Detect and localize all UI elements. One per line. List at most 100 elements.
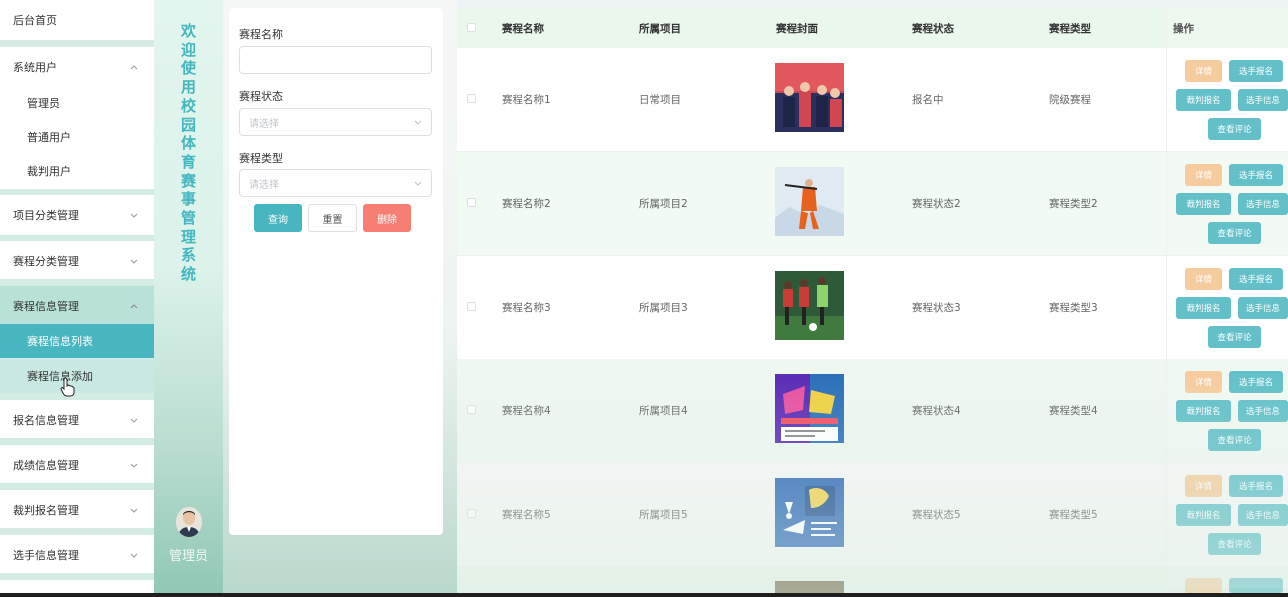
sidebar-item-event-list[interactable]: 赛程信息列表 <box>0 324 154 358</box>
system-title-char: 欢 <box>180 22 196 40</box>
label-event-name: 赛程名称 <box>239 28 283 41</box>
menu-event-info-block: 赛程信息管理 赛程信息列表 赛程信息添加 <box>0 286 154 394</box>
type-cell: 赛程类型2 <box>1049 198 1098 210</box>
menu-referee-signup-block: 裁判报名管理 <box>0 490 154 528</box>
chevron-down-icon <box>130 553 138 558</box>
type-cell: 赛程类型4 <box>1049 405 1098 417</box>
menu-player-block: 选手信息管理 <box>0 535 154 573</box>
table-row[interactable] <box>457 567 1288 593</box>
delete-button[interactable]: 删除 <box>363 204 411 232</box>
type-cell: 赛程类型5 <box>1049 509 1098 521</box>
table-row[interactable] <box>457 152 1288 256</box>
header-type: 赛程类型 <box>1049 23 1091 35</box>
menu-score-info-label: 成绩信息管理 <box>13 459 79 472</box>
row-checkbox[interactable] <box>467 198 476 207</box>
admin-name: 管理员 <box>168 549 208 564</box>
row-checkbox[interactable] <box>467 509 476 518</box>
project-cell: 所属项目5 <box>639 509 688 521</box>
chevron-down-icon <box>130 508 138 513</box>
system-title-char: 系 <box>180 246 196 265</box>
project-cell: 所属项目2 <box>639 198 688 210</box>
cover-image <box>775 167 844 236</box>
project-cell: 所属项目3 <box>639 302 688 314</box>
sidebar-item-referee-user[interactable]: 裁判用户 <box>0 154 154 188</box>
event-status-placeholder: 请选择 <box>249 118 279 130</box>
menu-home-block: 后台首页 <box>0 0 154 40</box>
cover-image <box>775 271 844 340</box>
system-title-char: 育 <box>180 152 196 171</box>
table-row[interactable] <box>457 463 1288 567</box>
status-cell: 赛程状态2 <box>912 198 961 210</box>
menu-score-block: 成绩信息管理 <box>0 445 154 483</box>
menu-referee-signup-label: 裁判报名管理 <box>13 504 79 517</box>
system-title-char: 园 <box>180 115 196 134</box>
event-name-cell: 赛程名称1 <box>502 94 551 106</box>
menu-event-info[interactable]: 赛程信息管理 <box>0 286 154 326</box>
query-button[interactable]: 查询 <box>254 204 302 232</box>
system-title-char: 校 <box>180 96 196 115</box>
chevron-down-icon <box>130 213 138 218</box>
system-title-char: 使 <box>180 59 196 78</box>
table-row[interactable] <box>457 359 1288 463</box>
table-row[interactable] <box>457 256 1288 360</box>
chevron-down-icon <box>414 181 422 186</box>
system-title: 欢迎使用校园体育赛事管理系统 <box>154 22 223 284</box>
menu-signup-info[interactable]: 报名信息管理 <box>0 400 154 440</box>
row-checkbox[interactable] <box>467 302 476 311</box>
system-title-char: 理 <box>180 227 196 246</box>
system-title-char: 用 <box>180 78 196 97</box>
event-status-select[interactable]: 请选择 <box>239 108 432 136</box>
sidebar-item-event-add[interactable]: 赛程信息添加 <box>0 359 154 393</box>
cover-image <box>775 63 844 132</box>
menu-score-info[interactable]: 成绩信息管理 <box>0 445 154 485</box>
sidebar: 后台首页 系统用户 管理员 普通用户 裁判用户 项目分类管理 赛程分类管理 赛程… <box>0 0 154 597</box>
menu-event-category[interactable]: 赛程分类管理 <box>0 241 154 281</box>
header-event-name: 赛程名称 <box>502 23 544 35</box>
cover-image <box>775 478 844 547</box>
select-all-checkbox[interactable] <box>467 23 476 32</box>
project-cell: 日常项目 <box>639 94 681 106</box>
sidebar-item-normal-user[interactable]: 普通用户 <box>0 120 154 154</box>
row-checkbox[interactable] <box>467 405 476 414</box>
menu-system-users[interactable]: 系统用户 <box>0 47 154 87</box>
chevron-up-icon <box>130 65 138 70</box>
project-cell: 所属项目4 <box>639 405 688 417</box>
chevron-down-icon <box>414 120 422 125</box>
menu-player-info[interactable]: 选手信息管理 <box>0 535 154 575</box>
event-type-select[interactable]: 请选择 <box>239 169 432 197</box>
cover-image <box>775 581 844 593</box>
table-row[interactable] <box>457 48 1288 152</box>
menu-home[interactable]: 后台首页 <box>0 0 154 40</box>
system-title-char: 管 <box>180 209 196 228</box>
reset-button[interactable]: 重置 <box>308 204 357 232</box>
status-cell: 赛程状态3 <box>912 302 961 314</box>
menu-event-category-block: 赛程分类管理 <box>0 241 154 279</box>
menu-project-category-label: 项目分类管理 <box>13 209 79 222</box>
chevron-down-icon <box>130 463 138 468</box>
menu-project-category[interactable]: 项目分类管理 <box>0 195 154 235</box>
event-name-cell: 赛程名称5 <box>502 509 551 521</box>
window-bottom-border <box>0 593 1288 597</box>
label-event-status: 赛程状态 <box>239 90 283 103</box>
label-event-type: 赛程类型 <box>239 152 283 165</box>
hand-cursor-icon <box>60 377 75 397</box>
row-checkbox[interactable] <box>467 94 476 103</box>
system-title-char: 统 <box>180 265 196 284</box>
system-title-char: 事 <box>180 190 196 209</box>
system-title-char: 赛 <box>180 171 196 190</box>
event-name-cell: 赛程名称3 <box>502 302 551 314</box>
table-top-strip <box>457 0 1288 8</box>
type-cell: 赛程类型3 <box>1049 302 1098 314</box>
event-name-input[interactable] <box>239 46 432 74</box>
event-type-placeholder: 请选择 <box>249 179 279 191</box>
menu-referee-signup[interactable]: 裁判报名管理 <box>0 490 154 530</box>
chevron-down-icon <box>130 418 138 423</box>
event-name-cell: 赛程名称4 <box>502 405 551 417</box>
sidebar-item-admin[interactable]: 管理员 <box>0 86 154 120</box>
menu-system-users-block: 系统用户 管理员 普通用户 裁判用户 <box>0 47 154 189</box>
chevron-up-icon <box>130 304 138 309</box>
menu-signup-block: 报名信息管理 <box>0 400 154 438</box>
status-cell: 报名中 <box>912 94 944 106</box>
status-cell: 赛程状态4 <box>912 405 961 417</box>
header-cover: 赛程封面 <box>776 23 818 35</box>
